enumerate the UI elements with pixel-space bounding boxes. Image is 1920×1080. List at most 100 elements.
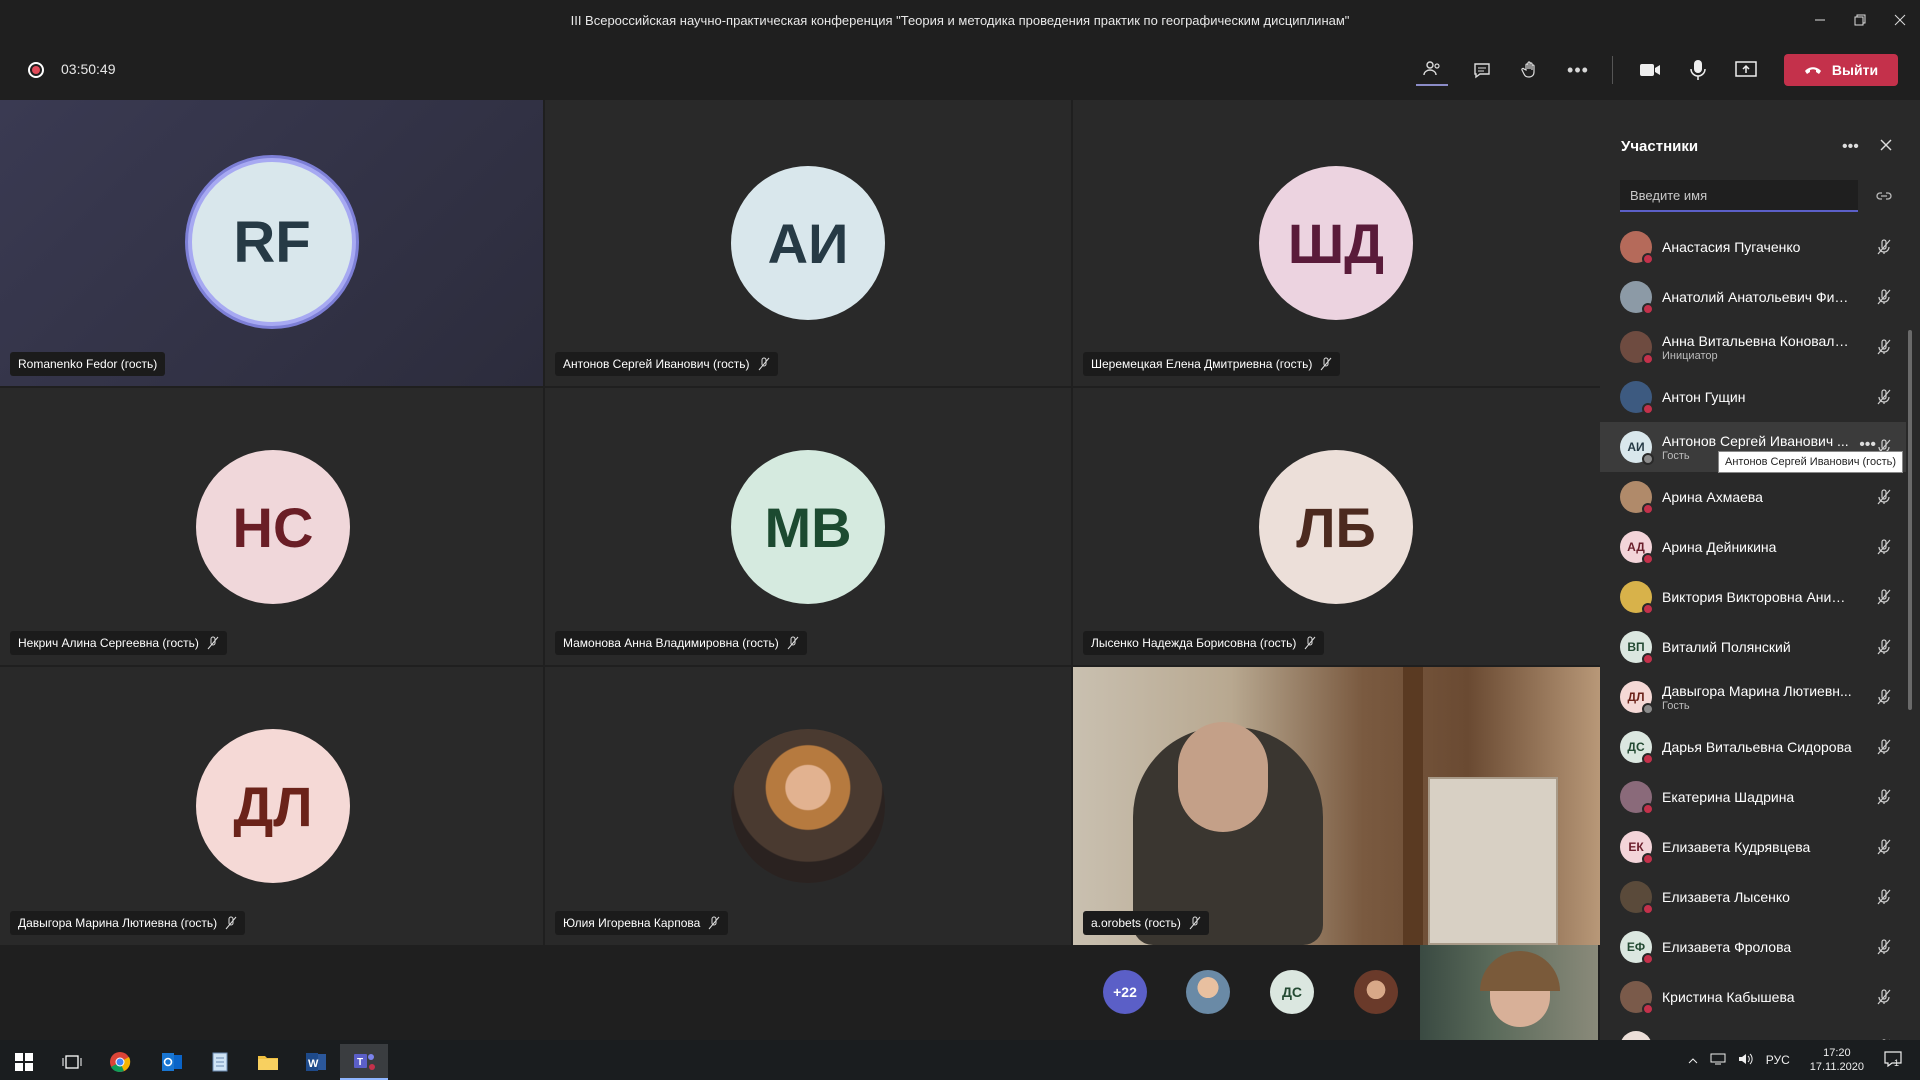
close-window-button[interactable] [1880,0,1920,40]
participant-row[interactable]: ЕК Елизавета Кудрявцева [1600,822,1906,872]
video-tile[interactable]: a.orobets (гость) [1073,667,1600,945]
participant-name-tag: Romanenko Fedor (гость) [10,352,166,376]
restore-button[interactable] [1840,0,1880,40]
participant-list-name: Арина Ахмаева [1662,489,1763,505]
chrome-icon[interactable] [96,1044,144,1080]
mic-off-icon[interactable] [1876,839,1892,860]
camera-icon[interactable] [1634,54,1666,86]
panel-title: Участники [1621,138,1699,155]
participants-icon[interactable] [1416,54,1448,86]
participant-list-scrollbar[interactable] [1908,330,1912,710]
participant-text: Анна Витальевна Коновалова Инициатор [1662,333,1852,362]
mic-off-icon[interactable] [1876,489,1892,510]
notepad-icon[interactable] [196,1044,244,1080]
participant-row[interactable]: ДС Дарья Витальевна Сидорова [1600,722,1906,772]
participant-list: Анастасия Пугаченко Анатолий Анатольевич … [1600,222,1906,1040]
participant-row[interactable]: Екатерина Шадрина [1600,772,1906,822]
participant-row[interactable]: ВП Виталий Полянский [1600,622,1906,672]
overflow-count-badge[interactable]: +22 [1103,970,1147,1014]
participant-name: a.orobets (гость) [1091,916,1181,930]
participant-list-avatar [1620,1031,1652,1040]
mic-off-icon[interactable] [1876,739,1892,760]
participant-row[interactable]: Лысенко Надежда Борисовн... [1600,1022,1906,1040]
participant-search-input[interactable] [1620,180,1858,212]
participant-list-avatar [1620,231,1654,265]
participant-row[interactable]: ДЛ Давыгора Марина Лютиевн... Гость [1600,672,1906,722]
video-tile[interactable]: ЛБ Лысенко Надежда Борисовна (гость) [1073,388,1600,665]
mic-off-icon[interactable] [1876,339,1892,360]
task-view-icon[interactable] [48,1044,96,1080]
minimize-button[interactable] [1800,0,1840,40]
mic-off-icon[interactable] [1876,689,1892,710]
video-tile[interactable]: МВ Мамонова Анна Владимировна (гость) [545,388,1071,665]
chat-icon[interactable] [1466,54,1498,86]
participant-list-name: Антон Гущин [1662,389,1746,405]
participant-text: Давыгора Марина Лютиевн... Гость [1662,683,1852,712]
video-tile[interactable]: ШД Шеремецкая Елена Дмитриевна (гость) [1073,100,1600,386]
video-tile[interactable]: RF Romanenko Fedor (гость) [0,100,543,386]
participant-row[interactable]: ЕФ Елизавета Фролова [1600,922,1906,972]
participant-row[interactable]: Елизавета Лысенко [1600,872,1906,922]
participant-initials: АД [1627,540,1645,554]
participant-name-tag: Шеремецкая Елена Дмитриевна (гость) [1083,352,1341,376]
participant-row[interactable]: Анастасия Пугаченко [1600,222,1906,272]
svg-text:T: T [357,1057,363,1068]
word-icon[interactable]: W [292,1044,340,1080]
more-actions-icon[interactable]: ••• [1562,54,1594,86]
mic-off-icon[interactable] [1876,289,1892,310]
mic-off-icon [787,636,799,650]
participant-row[interactable]: Кристина Кабышева [1600,972,1906,1022]
mic-off-icon[interactable] [1876,789,1892,810]
self-video-preview[interactable] [1420,945,1598,1040]
participant-row[interactable]: Виктория Викторовна Аниси... [1600,572,1906,622]
presence-status-icon [1642,253,1654,265]
input-language[interactable]: РУС [1766,1053,1790,1067]
action-center-icon[interactable]: 1 [1884,1050,1902,1070]
participant-initials: ДС [1627,740,1645,754]
windows-start-icon[interactable] [0,1044,48,1080]
video-tile[interactable]: Юлия Игоревна Карпова [545,667,1071,945]
raise-hand-icon[interactable] [1514,54,1546,86]
video-tile[interactable]: НС Некрич Алина Сергеевна (гость) [0,388,543,665]
participant-row[interactable]: Анна Витальевна Коновалова Инициатор [1600,322,1906,372]
system-clock[interactable]: 17:20 17.11.2020 [1810,1046,1864,1074]
panel-more-icon[interactable]: ••• [1842,138,1859,156]
mic-off-icon[interactable] [1876,639,1892,660]
mic-off-icon[interactable] [1876,589,1892,610]
participant-row[interactable]: Антон Гущин [1600,372,1906,422]
teams-icon[interactable]: T [340,1044,388,1080]
share-invite-icon[interactable] [1876,188,1892,206]
leave-button[interactable]: Выйти [1784,54,1898,86]
participant-row[interactable]: АД Арина Дейникина [1600,522,1906,572]
participant-list-name: Виктория Викторовна Аниси... [1662,589,1852,605]
participant-list-avatar [1620,781,1654,815]
participant-row[interactable]: Анатолий Анатольевич Фил... [1600,272,1906,322]
mic-off-icon[interactable] [1876,239,1892,260]
outlook-icon[interactable] [148,1044,196,1080]
tray-chevron-icon[interactable] [1688,1053,1698,1067]
mic-off-icon[interactable] [1876,889,1892,910]
participant-row[interactable]: Арина Ахмаева [1600,472,1906,522]
share-screen-icon[interactable] [1730,54,1762,86]
video-tile[interactable]: АИ Антонов Сергей Иванович (гость) [545,100,1071,386]
microphone-icon[interactable] [1682,54,1714,86]
strip-participant-avatar[interactable] [1186,970,1230,1014]
mic-off-icon[interactable] [1876,539,1892,560]
participant-list-avatar: ВП [1620,631,1654,665]
window-titlebar: III Всероссийская научно-практическая ко… [0,0,1920,40]
video-tile[interactable]: ДЛ Давыгора Марина Лютиевна (гость) [0,667,543,945]
mic-off-icon[interactable] [1876,389,1892,410]
mic-off-icon[interactable] [1876,989,1892,1010]
strip-participant-avatar[interactable]: ДС [1270,970,1314,1014]
file-explorer-icon[interactable] [244,1044,292,1080]
mic-off-icon[interactable] [1876,939,1892,960]
participant-name-tag: a.orobets (гость) [1083,911,1209,935]
close-icon[interactable] [1880,138,1892,156]
participant-avatar: НС [196,450,350,604]
toolbar-divider [1612,56,1613,84]
self-video-hair [1480,951,1560,991]
network-icon[interactable] [1710,1053,1726,1068]
volume-icon[interactable] [1738,1053,1754,1068]
participant-name: Мамонова Анна Владимировна (гость) [563,636,779,650]
strip-participant-avatar[interactable] [1354,970,1398,1014]
